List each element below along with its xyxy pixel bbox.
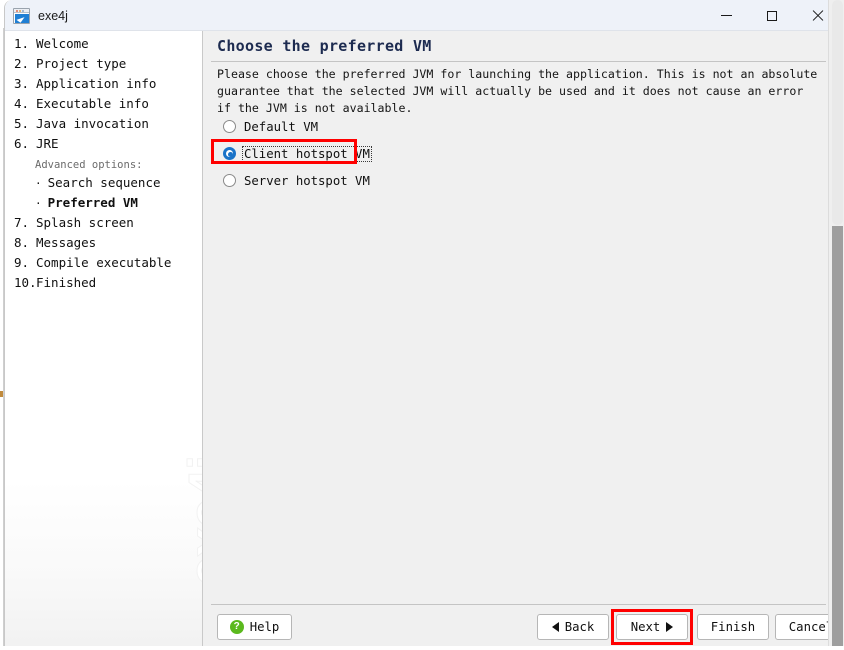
app-window-icon (13, 7, 30, 24)
radio-option-server-hotspot-vm[interactable]: Server hotspot VM (223, 167, 623, 194)
radio-icon-selected (223, 147, 236, 160)
finish-button-label: Finish (710, 620, 756, 634)
sidebar-step-messages[interactable]: 8. Messages (5, 235, 202, 255)
wizard-content-panel: Choose the preferred VM Please choose th… (203, 31, 839, 650)
window-title: exe4j (38, 8, 68, 23)
radio-icon (223, 120, 236, 133)
sidebar-step-java-invocation[interactable]: 5. Java invocation (5, 116, 202, 136)
left-edge-marker (0, 391, 3, 397)
window-controls (703, 0, 839, 31)
step-label: Compile executable (36, 255, 172, 270)
next-button-label: Next (630, 620, 661, 634)
step-number: 7. (14, 215, 30, 230)
help-button[interactable]: ? Help (217, 614, 292, 640)
step-number: 9. (14, 255, 30, 270)
step-label: Messages (36, 235, 97, 250)
minimize-icon (720, 15, 732, 16)
scrollbar-thumb[interactable] (832, 0, 843, 225)
question-mark-icon: ? (229, 620, 244, 634)
app-icon-dot-1 (16, 9, 18, 12)
title-bar-left: exe4j (13, 0, 68, 31)
sidebar-step-splash-screen[interactable]: 7. Splash screen (5, 215, 202, 235)
sidebar-gradient-overlay (5, 480, 202, 650)
step-label: Splash screen (36, 215, 134, 230)
triangle-left-icon (551, 622, 559, 632)
wizard-step-list: 1. Welcome 2. Project type 3. Applicatio… (5, 36, 202, 295)
page-title: Choose the preferred VM (217, 37, 432, 55)
app-icon-dot-2 (19, 9, 21, 12)
window-bottom-edge (0, 646, 844, 650)
step-label: Project type (36, 56, 127, 71)
advanced-options-header: Advanced options: (35, 159, 143, 171)
step-number: 4. (14, 96, 30, 111)
sidebar-substep-preferred-vm[interactable]: · Preferred VM (5, 195, 202, 215)
page-scrollbar[interactable] (828, 0, 844, 650)
step-label: Executable info (36, 96, 149, 111)
sidebar-step-executable-info[interactable]: 4. Executable info (5, 96, 202, 116)
help-button-label: Help (249, 620, 280, 634)
sidebar-substep-search-sequence[interactable]: · Search sequence (5, 175, 202, 195)
maximize-icon (767, 10, 777, 21)
step-number: 1. (14, 36, 30, 51)
cancel-button-label: Cancel (788, 620, 834, 634)
bullet-icon: · (35, 177, 42, 190)
maximize-button[interactable] (749, 0, 795, 31)
screenshot-root: exe4j 1. Welcome 2. Project type 3. Appl… (0, 0, 844, 650)
preferred-vm-radio-group: Default VM Client hotspot VM Server hots… (211, 113, 623, 194)
step-number: 5. (14, 116, 30, 131)
step-label: Java invocation (36, 116, 149, 131)
step-label: Finished (36, 275, 97, 290)
window-body: 1. Welcome 2. Project type 3. Applicatio… (5, 31, 839, 650)
back-button-label: Back (564, 620, 595, 634)
page-description: Please choose the preferred JVM for laun… (217, 67, 818, 115)
sidebar-step-project-type[interactable]: 2. Project type (5, 56, 202, 76)
sidebar-step-finished[interactable]: 10. Finished (5, 275, 202, 295)
exe4j-wizard-window: exe4j 1. Welcome 2. Project type 3. Appl… (4, 0, 840, 650)
sidebar-step-welcome[interactable]: 1. Welcome (5, 36, 202, 56)
step-label: JRE (36, 136, 59, 151)
content-inner: Choose the preferred VM Please choose th… (203, 31, 839, 650)
step-label: Welcome (36, 36, 89, 51)
step-label: Application info (36, 76, 157, 91)
substep-label: Preferred VM (47, 195, 138, 210)
radio-label: Server hotspot VM (244, 173, 370, 188)
title-bar: exe4j (5, 0, 839, 31)
sidebar-step-jre[interactable]: 6. JRE (5, 136, 202, 156)
triangle-right-icon (666, 622, 674, 632)
radio-label: Client hotspot VM (242, 145, 372, 162)
app-icon-dot-3 (22, 9, 24, 12)
step-number: 2. (14, 56, 30, 71)
bullet-icon: · (35, 197, 42, 210)
step-number: 6. (14, 136, 30, 151)
step-number: 8. (14, 235, 30, 250)
step-number: 10. (14, 275, 37, 290)
title-separator (211, 61, 826, 62)
finish-button[interactable]: Finish (697, 614, 769, 640)
radio-option-default-vm[interactable]: Default VM (223, 113, 623, 140)
next-button[interactable]: Next (616, 614, 688, 640)
close-icon (812, 10, 824, 22)
substep-label: Search sequence (47, 175, 161, 190)
radio-option-client-hotspot-vm[interactable]: Client hotspot VM (211, 139, 623, 167)
minimize-button[interactable] (703, 0, 749, 31)
wizard-footer: ? Help Back Next Finish Cancel (203, 605, 839, 650)
sidebar-step-compile-executable[interactable]: 9. Compile executable (5, 255, 202, 275)
radio-label: Default VM (244, 119, 319, 134)
step-number: 3. (14, 76, 30, 91)
wizard-step-sidebar: 1. Welcome 2. Project type 3. Applicatio… (5, 31, 202, 650)
sidebar-step-application-info[interactable]: 3. Application info (5, 76, 202, 96)
back-button[interactable]: Back (537, 614, 609, 640)
scrollbar-track-lower[interactable] (832, 226, 843, 650)
radio-icon (223, 174, 236, 187)
exe4j-watermark: exe4j (178, 455, 203, 587)
